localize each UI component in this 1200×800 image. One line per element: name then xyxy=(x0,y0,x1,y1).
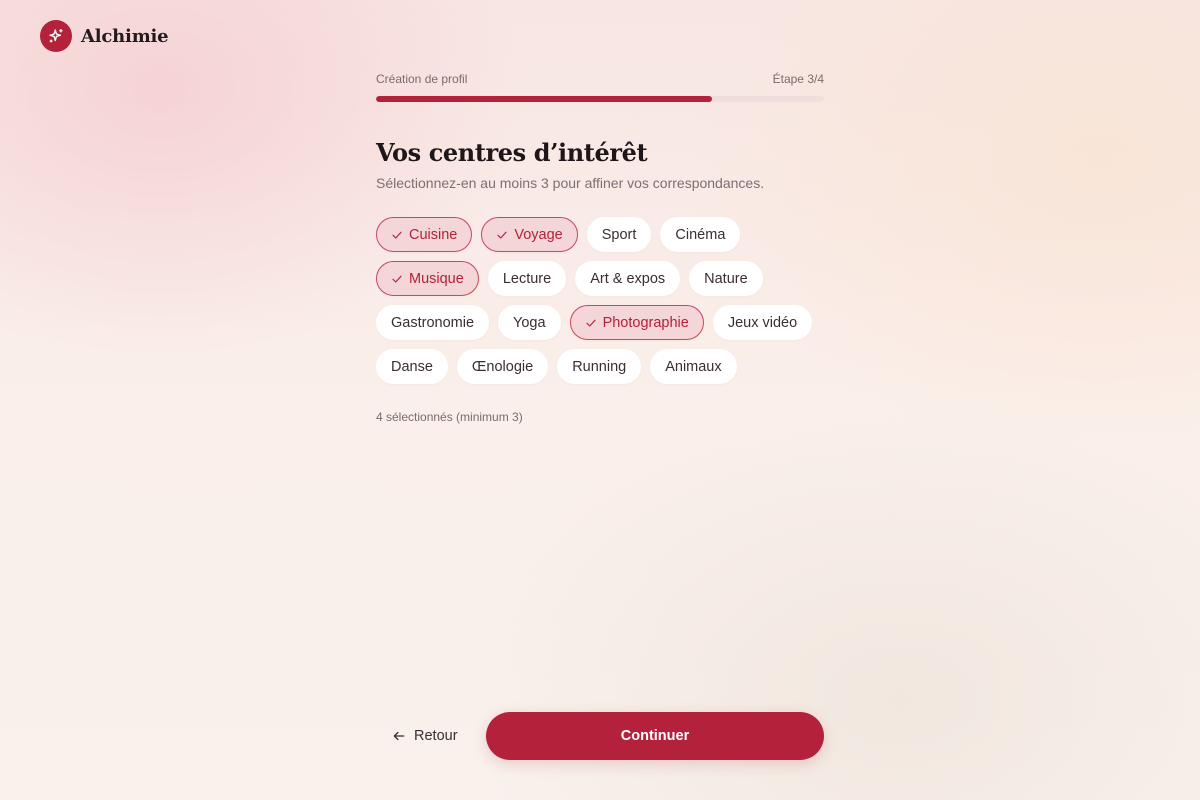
interest-chip-label: Art & expos xyxy=(590,270,666,287)
check-icon xyxy=(392,231,402,239)
progress-step: Étape 3/4 xyxy=(772,72,824,86)
interest-chip[interactable]: Lecture xyxy=(487,261,567,296)
continue-button[interactable]: Continuer xyxy=(486,712,824,760)
interest-chip-label: Œnologie xyxy=(471,358,534,375)
interest-chip-label: Sport xyxy=(601,226,637,243)
check-icon xyxy=(585,319,596,327)
progress-header: Création de profil Étape 3/4 xyxy=(376,72,824,86)
interest-chips: Cuisine Voyage Sport Cinéma Musique Lecture Ar… xyxy=(376,217,836,384)
interest-chip[interactable]: Jeux vidéo xyxy=(712,305,813,340)
interest-chip-label: Photographie xyxy=(602,314,689,331)
interest-chip[interactable]: Sport xyxy=(586,217,652,252)
interest-chip-label: Gastronomie xyxy=(391,314,475,331)
back-label: Retour xyxy=(414,728,458,744)
interest-chip[interactable]: Art & expos xyxy=(575,261,681,296)
step-footer: Retour Continuer xyxy=(376,712,824,760)
interest-chip[interactable]: Voyage xyxy=(481,217,578,252)
page-subtitle: Sélectionnez-en au moins 3 pour affiner … xyxy=(376,175,765,191)
progress-label: Création de profil xyxy=(376,72,468,86)
interest-chip[interactable]: Yoga xyxy=(498,305,561,340)
selection-count: 4 sélectionnés (minimum 3) xyxy=(376,410,523,424)
interest-chip[interactable]: Running xyxy=(557,349,642,384)
interest-chip-label: Cinéma xyxy=(675,226,726,243)
interest-chip[interactable]: Cuisine xyxy=(376,217,473,252)
interest-chip[interactable]: Danse xyxy=(376,349,448,384)
check-icon xyxy=(392,275,402,283)
brand[interactable]: Alchimie xyxy=(40,20,169,52)
interest-chip-label: Voyage xyxy=(514,226,563,243)
interest-chip-label: Yoga xyxy=(513,314,546,331)
interest-chip-label: Lecture xyxy=(502,270,552,287)
interest-chip-label: Running xyxy=(572,358,627,375)
arrow-left-icon xyxy=(393,731,405,741)
brand-name: Alchimie xyxy=(81,25,169,47)
interest-chip-label: Musique xyxy=(409,270,464,287)
sparkle-icon xyxy=(40,20,72,52)
interest-chip-label: Nature xyxy=(704,270,748,287)
interest-chip[interactable]: Animaux xyxy=(650,349,737,384)
interest-chip-label: Animaux xyxy=(665,358,722,375)
interests-step: Création de profil Étape 3/4 Vos centres… xyxy=(376,72,824,424)
interest-chip-label: Danse xyxy=(391,358,433,375)
page-title: Vos centres d’intérêt xyxy=(376,138,648,167)
interest-chip[interactable]: Œnologie xyxy=(456,349,549,384)
interest-chip-label: Cuisine xyxy=(409,226,458,243)
interest-chip[interactable]: Photographie xyxy=(569,305,704,340)
back-button[interactable]: Retour xyxy=(376,712,474,760)
interest-chip[interactable]: Gastronomie xyxy=(376,305,490,340)
progress-bar xyxy=(376,96,824,102)
progress-bar-fill xyxy=(376,96,712,102)
interest-chip[interactable]: Cinéma xyxy=(660,217,741,252)
interest-chip[interactable]: Nature xyxy=(689,261,763,296)
interest-chip[interactable]: Musique xyxy=(376,261,479,296)
check-icon xyxy=(497,231,507,239)
interest-chip-label: Jeux vidéo xyxy=(727,314,798,331)
